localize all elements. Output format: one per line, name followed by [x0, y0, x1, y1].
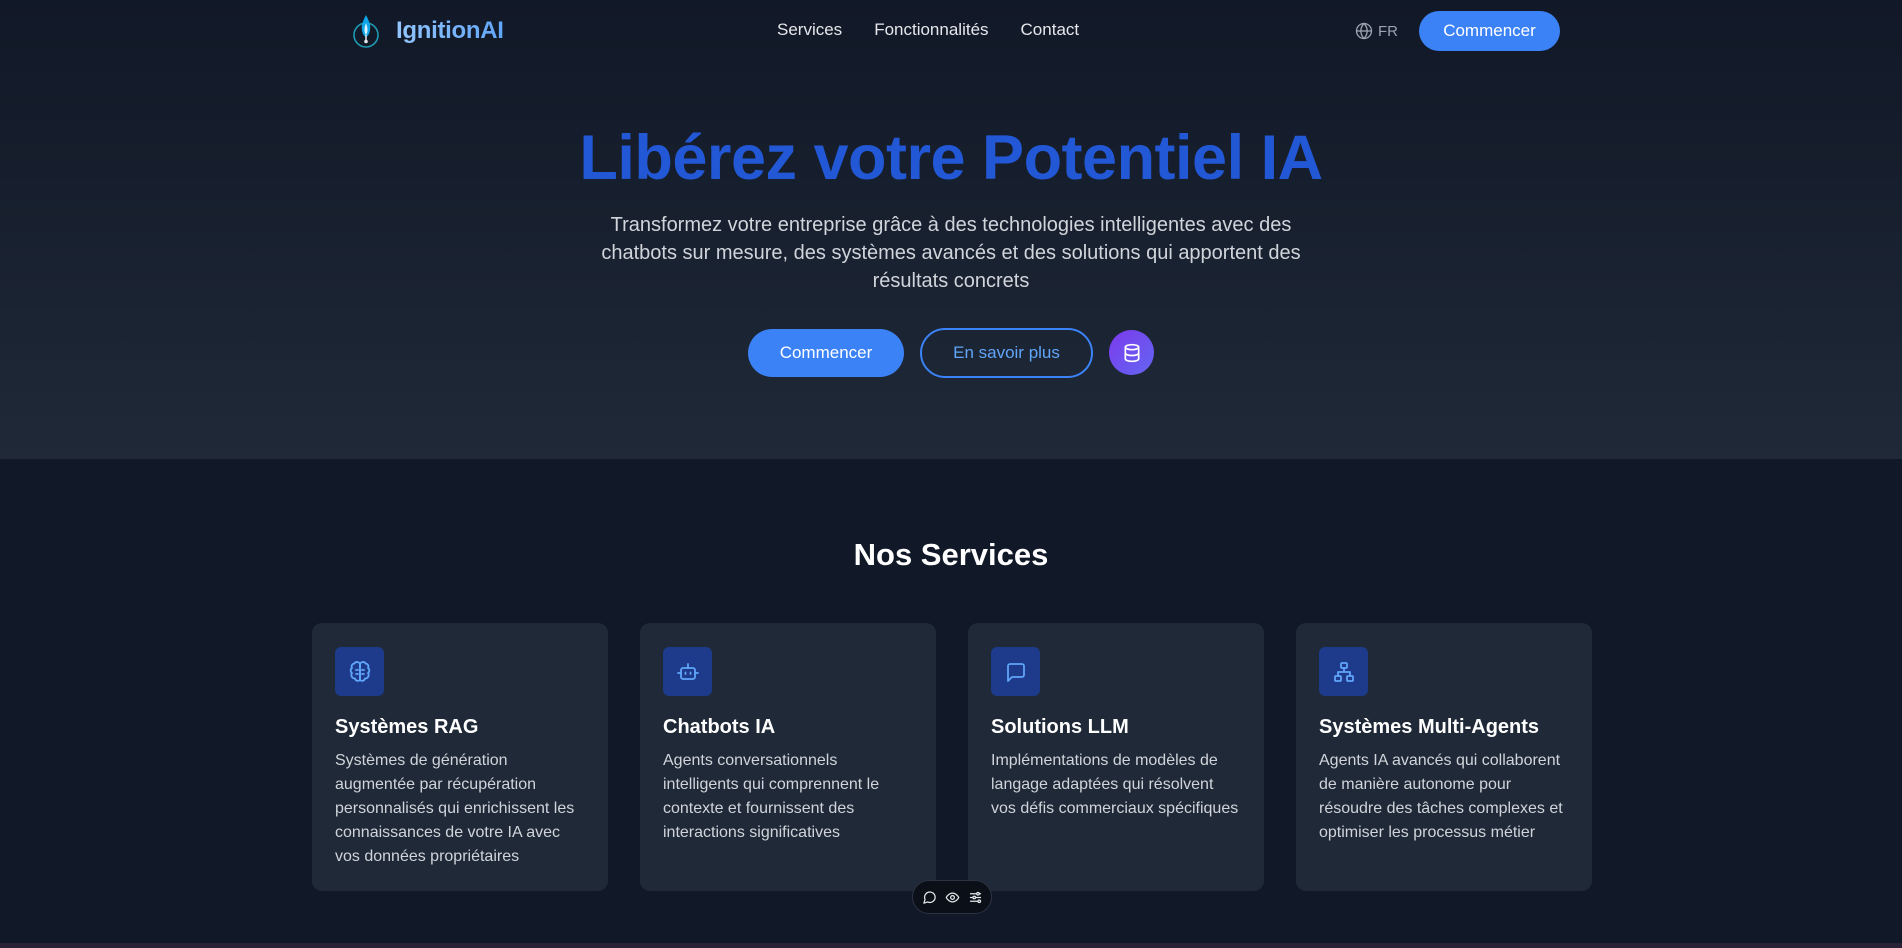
chat-bubble-icon[interactable]	[922, 890, 937, 905]
sliders-icon[interactable]	[968, 890, 983, 905]
nav-start-button[interactable]: Commencer	[1419, 11, 1560, 51]
services-cards: Systèmes RAG Systèmes de génération augm…	[312, 623, 1592, 891]
bottom-edge	[0, 943, 1902, 948]
hero-title: Libérez votre Potentiel IA	[579, 123, 1323, 193]
nav-link-features[interactable]: Fonctionnalités	[874, 20, 988, 40]
service-card-chatbots[interactable]: Chatbots IA Agents conversationnels inte…	[640, 623, 936, 891]
hero-start-button[interactable]: Commencer	[748, 329, 904, 377]
globe-icon	[1355, 22, 1373, 40]
floating-toolbar	[912, 880, 992, 914]
eye-icon[interactable]	[945, 890, 960, 905]
nav-link-services[interactable]: Services	[777, 20, 842, 40]
card-icon-container	[1319, 647, 1368, 696]
card-description: Implémentations de modèles de langage ad…	[991, 752, 1239, 817]
hero-actions: Commencer En savoir plus	[0, 328, 1902, 378]
message-square-icon	[1006, 662, 1025, 682]
hero-subtitle: Transformez votre entreprise grâce à des…	[601, 214, 1301, 292]
services-title: Nos Services	[853, 537, 1049, 572]
learn-more-button[interactable]: En savoir plus	[920, 328, 1093, 378]
service-card-llm[interactable]: Solutions LLM Implémentations de modèles…	[968, 623, 1264, 891]
language-switcher[interactable]: FR	[1354, 21, 1398, 41]
card-title: Systèmes Multi-Agents	[1319, 716, 1540, 738]
card-description: Agents conversationnels intelligents qui…	[663, 752, 880, 841]
flame-logo-icon	[353, 15, 379, 48]
database-button[interactable]	[1109, 330, 1154, 375]
brain-icon	[349, 660, 370, 682]
service-card-rag[interactable]: Systèmes RAG Systèmes de génération augm…	[312, 623, 608, 891]
nav-links: Services Fonctionnalités Contact	[777, 20, 1079, 40]
bot-icon	[676, 662, 699, 680]
service-card-multi-agents[interactable]: Systèmes Multi-Agents Agents IA avancés …	[1296, 623, 1592, 891]
card-icon-container	[991, 647, 1040, 696]
card-title: Chatbots IA	[663, 716, 776, 738]
card-icon-container	[335, 647, 384, 696]
card-title: Solutions LLM	[991, 716, 1129, 738]
database-icon	[1124, 343, 1139, 362]
logo[interactable]: IgnitionAI	[350, 10, 504, 52]
top-navigation: IgnitionAI Services Fonctionnalités Cont…	[0, 0, 1902, 62]
card-icon-container	[663, 647, 712, 696]
language-label: FR	[1378, 22, 1398, 40]
network-icon	[1333, 661, 1354, 682]
logo-text: IgnitionAI	[396, 17, 504, 44]
card-description: Agents IA avancés qui collaborent de man…	[1319, 752, 1563, 841]
card-description: Systèmes de génération augmentée par réc…	[335, 752, 575, 865]
nav-link-contact[interactable]: Contact	[1021, 20, 1080, 40]
card-title: Systèmes RAG	[335, 716, 479, 738]
